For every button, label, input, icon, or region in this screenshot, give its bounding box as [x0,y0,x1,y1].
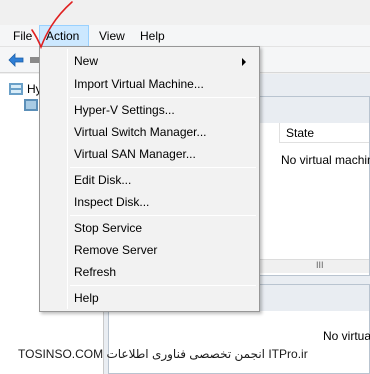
back-arrow-icon[interactable] [8,53,24,67]
menu-item-remove-server[interactable]: Remove Server [43,240,256,261]
menu-item-inspect-disk[interactable]: Inspect Disk... [43,192,256,213]
menu-separator [70,167,256,168]
menu-separator [70,215,256,216]
hyperv-manager-icon [9,83,23,95]
scroll-grip[interactable]: III [316,260,324,270]
menu-item-import-vm[interactable]: Import Virtual Machine... [43,74,256,95]
menu-item-label: New [74,54,99,68]
state-column-header[interactable]: State [279,123,369,143]
server-node-icon[interactable] [24,99,38,111]
menu-item-virtual-switch-manager[interactable]: Virtual Switch Manager... [43,122,256,143]
watermark: TOSINSO.COM انجمن تخصصی فناوری اطلاعات I… [18,347,308,361]
no-vms-message: No virtual machines [281,153,370,167]
action-dropdown-menu: New Import Virtual Machine... Hyper-V Se… [39,46,260,312]
menu-item-refresh[interactable]: Refresh [43,262,256,283]
menu-item-help[interactable]: Help [43,288,256,309]
menu-separator [70,97,256,98]
menu-separator [70,285,256,286]
menu-item-virtual-san-manager[interactable]: Virtual SAN Manager... [43,144,256,165]
menu-item-stop-service[interactable]: Stop Service [43,218,256,239]
menu-view[interactable]: View [93,25,131,47]
menu-item-new[interactable]: New [43,51,256,72]
no-virtual-message: No virtual [323,329,370,343]
menu-item-edit-disk[interactable]: Edit Disk... [43,170,256,191]
submenu-arrow-icon [242,58,246,66]
annotation-checkmark-icon [31,1,73,50]
menu-item-hyperv-settings[interactable]: Hyper-V Settings... [43,100,256,121]
menu-help[interactable]: Help [134,25,171,47]
